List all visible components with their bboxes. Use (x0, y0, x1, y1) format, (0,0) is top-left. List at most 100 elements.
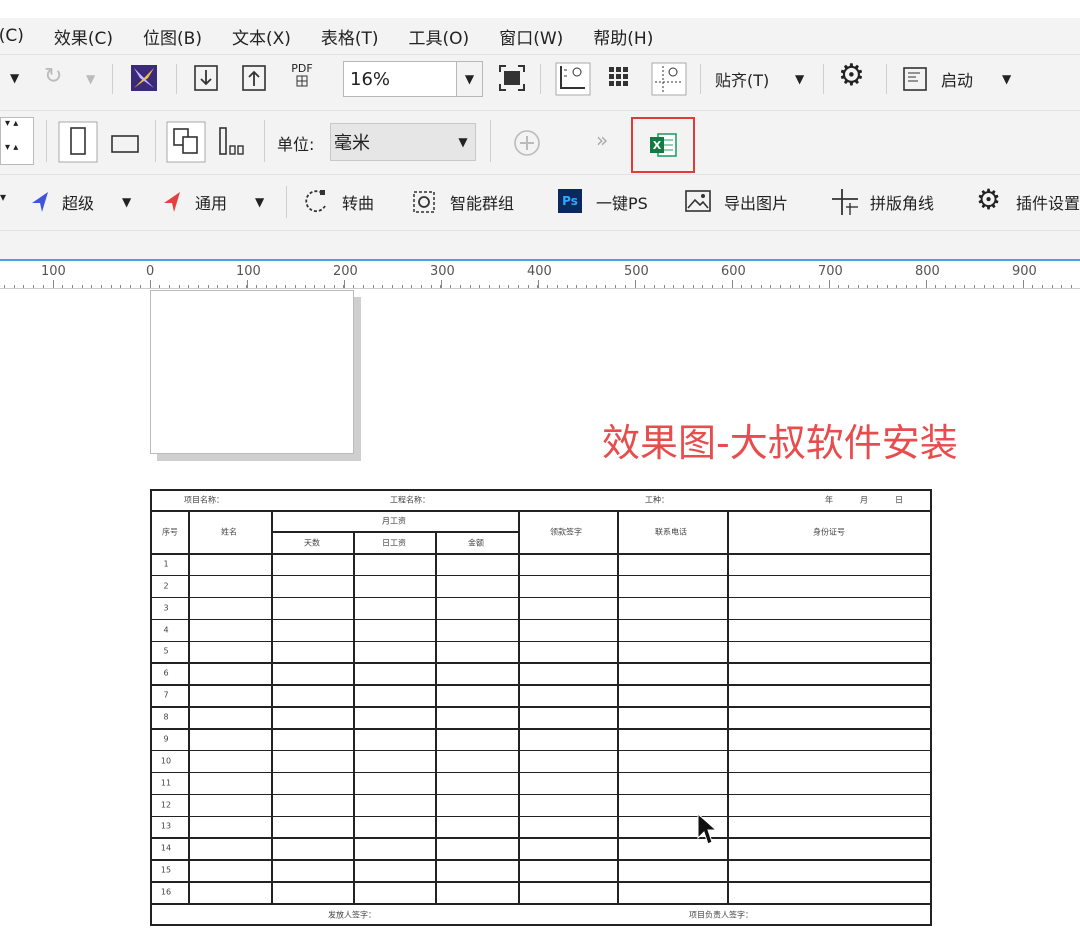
general-label[interactable]: 通用 (195, 190, 227, 214)
launcher-icon[interactable] (902, 66, 928, 92)
menu-item-window[interactable]: 窗口(W) (499, 24, 563, 49)
ruler-label: 0 (146, 264, 155, 279)
row-number: 10 (160, 756, 172, 766)
ruler-tick (1003, 285, 1004, 288)
ruler-major-tick (344, 280, 345, 288)
overflow-dropdown-icon[interactable]: ▾ (0, 190, 6, 204)
manager-signature-label: 项目负责人签字： (689, 910, 753, 920)
size-spinner[interactable]: ▾ ▴ ▾ ▴ (0, 117, 34, 165)
ruler-tick (576, 285, 577, 288)
launcher-dropdown-icon[interactable]: ▼ (1002, 72, 1011, 86)
show-guidelines-icon[interactable] (651, 62, 687, 96)
menu-item-bitmaps[interactable]: 位图(B) (143, 24, 202, 49)
ruler-tick (790, 285, 791, 288)
ruler-tick (237, 285, 238, 288)
payroll-table[interactable]: 项目名称： 工程名称： 工种： 年 月 日 序号 姓名 月工资 天数 日工资 金… (150, 489, 932, 926)
chevron-down-icon[interactable]: ▼ (451, 135, 475, 149)
super-dropdown-icon[interactable]: ▼ (122, 195, 131, 209)
menu-item-help[interactable]: 帮助(H) (593, 24, 653, 49)
ruler-tick (314, 285, 315, 288)
options-gear-icon[interactable]: ⚙ (838, 59, 865, 93)
row-number: 8 (163, 712, 169, 722)
ruler-major-tick (538, 280, 539, 288)
row-number: 12 (160, 800, 172, 810)
publish-pdf-button[interactable]: PDF (287, 63, 317, 95)
table-hline (152, 881, 930, 883)
pdf-grid-icon (296, 75, 308, 87)
undo-dropdown-icon[interactable]: ▼ (10, 71, 19, 85)
plugin-settings-gear-icon: ⚙ (976, 183, 1002, 216)
general-dropdown-icon[interactable]: ▼ (255, 195, 264, 209)
show-rulers-icon[interactable] (555, 62, 591, 96)
column-header: 天数 (304, 538, 320, 548)
snap-to-dropdown-icon[interactable]: ▼ (795, 72, 804, 86)
redo-icon[interactable]: ↻ (44, 64, 62, 89)
add-icon[interactable] (512, 128, 542, 158)
ruler-tick (305, 285, 306, 288)
table-vline (518, 510, 520, 903)
full-screen-preview-icon[interactable] (498, 64, 526, 92)
ruler-tick (712, 285, 713, 288)
issuer-signature-label: 发放人签字： (328, 910, 376, 920)
year-label: 年 (825, 495, 833, 505)
document-page[interactable] (150, 290, 354, 454)
ruler-label: 500 (624, 264, 649, 279)
ruler-tick (4, 285, 5, 288)
zoom-level-combo[interactable]: 16% ▼ (343, 61, 483, 97)
redo-dropdown-icon[interactable]: ▼ (86, 72, 95, 86)
ruler-tick (450, 285, 451, 288)
ruler-tick (984, 285, 985, 288)
snap-to-label[interactable]: 贴齐(T) (715, 67, 769, 91)
ruler-tick (227, 285, 228, 288)
menu-item-layout[interactable]: E(C) (0, 26, 24, 46)
horizontal-ruler[interactable]: 100 0 100 200 300 400 500 600 700 800 90… (0, 261, 1080, 289)
ruler-tick (508, 285, 509, 288)
export-image-button[interactable]: 导出图片 (724, 190, 788, 214)
separator (700, 64, 701, 94)
chevron-down-icon[interactable]: ▼ (456, 62, 482, 96)
convert-curve-button[interactable]: 转曲 (342, 190, 374, 214)
excel-import-button[interactable]: X (631, 117, 695, 173)
ruler-label: 200 (333, 264, 358, 279)
menu-item-effects[interactable]: 效果(C) (54, 24, 113, 49)
all-pages-icon[interactable] (166, 121, 206, 163)
ruler-tick (547, 285, 548, 288)
units-select[interactable]: 毫米 ▼ (330, 123, 476, 161)
ruler-tick (664, 285, 665, 288)
export-icon[interactable] (241, 64, 267, 92)
super-label[interactable]: 超级 (62, 190, 94, 214)
corel-connect-icon[interactable] (130, 64, 158, 92)
ruler-tick (101, 285, 102, 288)
menu-item-table[interactable]: 表格(T) (321, 24, 379, 49)
menu-item-tools[interactable]: 工具(O) (409, 24, 470, 49)
launcher-label[interactable]: 启动 (941, 67, 973, 91)
separator (155, 120, 156, 162)
ruler-tick (62, 285, 63, 288)
ruler-tick (188, 285, 189, 288)
day-label: 日 (895, 495, 903, 505)
show-grid-icon[interactable] (606, 64, 636, 94)
plugin-settings-button[interactable]: 插件设置 (1016, 190, 1080, 214)
smart-group-button[interactable]: 智能群组 (450, 190, 514, 214)
ruler-tick (285, 285, 286, 288)
ruler-tick (198, 285, 199, 288)
ruler-label: 600 (721, 264, 746, 279)
column-header: 金额 (468, 538, 484, 548)
ruler-tick (528, 285, 529, 288)
imposition-marks-button[interactable]: 拼版角线 (870, 190, 934, 214)
more-options-icon[interactable]: » (596, 128, 608, 152)
current-page-icon[interactable] (216, 126, 250, 158)
table-vline (727, 510, 729, 903)
portrait-orientation-icon[interactable] (58, 121, 98, 163)
landscape-orientation-icon[interactable] (108, 128, 142, 158)
ruler-tick (819, 285, 820, 288)
ruler-tick (373, 285, 374, 288)
import-icon[interactable] (193, 64, 219, 92)
one-click-ps-button[interactable]: 一键PS (596, 190, 648, 214)
ruler-tick (276, 285, 277, 288)
watermark-caption: 效果图-大叔软件安装 (602, 421, 958, 465)
ruler-tick (770, 285, 771, 288)
ruler-tick (72, 285, 73, 288)
menu-item-text[interactable]: 文本(X) (232, 24, 291, 49)
ruler-tick (945, 285, 946, 288)
